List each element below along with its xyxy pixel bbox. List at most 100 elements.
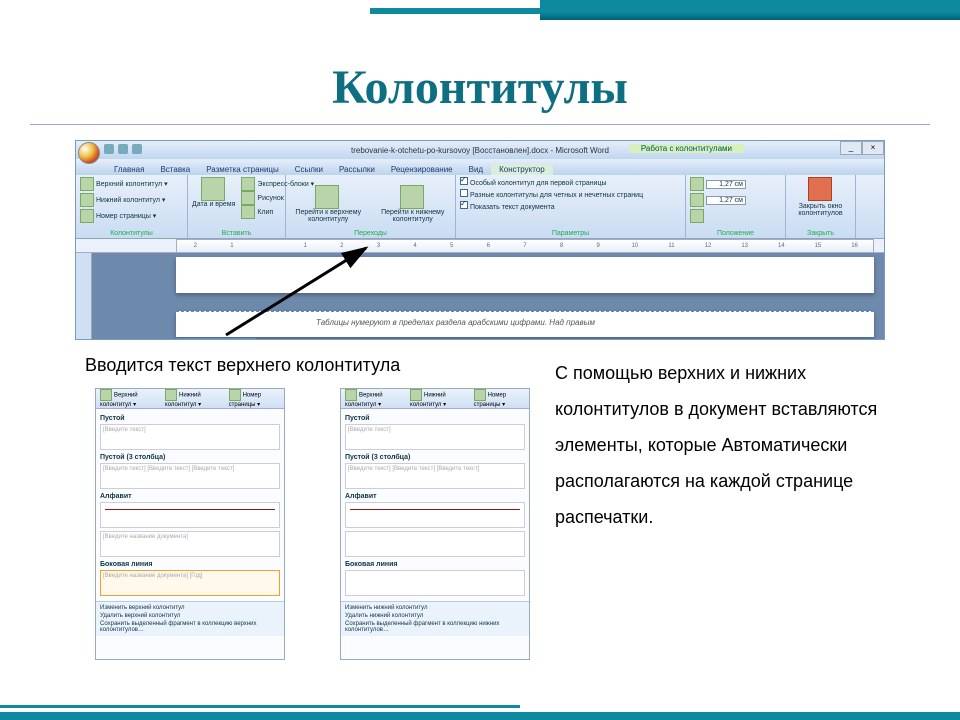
gallery-item[interactable] — [345, 531, 525, 557]
gallery-section-title: Боковая линия — [345, 561, 525, 568]
ribbon-tab[interactable]: Разметка страницы — [198, 164, 287, 175]
ribbon-tab[interactable]: Главная — [106, 164, 152, 175]
gallery-footer-item[interactable]: Удалить нижний колонтитул — [345, 612, 525, 620]
footer-gallery-screenshot: Верхний колонтитул ▾ Нижний колонтитул ▾ Н… — [340, 388, 530, 660]
group-polozhenie: 1,27 см 1,27 см Положение — [686, 175, 786, 238]
header-edit-zone[interactable]: Верхний колонтитул Таблицы нумеруют в пр… — [176, 311, 874, 337]
header-gallery-screenshot: Верхний колонтитул ▾ Нижний колонтитул ▾ Н… — [95, 388, 285, 660]
insert-icon — [241, 177, 255, 191]
titlebar-text: trebovanie-k-otchetu-po-kursovoy [Восста… — [76, 146, 884, 155]
page-icon — [80, 193, 94, 207]
checkbox-icon — [460, 201, 468, 209]
group-label: Положение — [690, 230, 781, 238]
gallery-footer-item[interactable]: Сохранить выделенный фрагмент в коллекци… — [345, 620, 525, 634]
slide-deco-bar-thin — [370, 8, 540, 14]
header-footer-button[interactable]: Нижний колонтитул ▾ — [80, 193, 183, 207]
ruler-vertical[interactable] — [76, 253, 92, 340]
group-label: Параметры — [460, 230, 681, 238]
page-icon — [165, 389, 177, 401]
gallery-top-button[interactable]: Номер страницы ▾ — [229, 389, 280, 408]
document-area[interactable]: Верхний колонтитул Таблицы нумеруют в пр… — [76, 253, 884, 340]
gallery-section-title: Пустой — [345, 415, 525, 422]
page-icon — [345, 389, 357, 401]
slide-divider — [30, 124, 930, 125]
gallery-item[interactable]: [Введите текст] — [345, 424, 525, 450]
window-buttons[interactable]: _ × — [840, 141, 884, 155]
ribbon-tab[interactable]: Вид — [461, 164, 491, 175]
group-kolontituly: Верхний колонтитул ▾ Нижний колонтитул ▾ Н… — [76, 175, 188, 238]
close-button[interactable]: × — [862, 141, 884, 155]
gallery-footer-item[interactable]: Изменить верхний колонтитул — [100, 604, 280, 612]
office-button[interactable] — [78, 142, 100, 164]
gallery-item[interactable]: [Введите текст] [Введите текст] [Введите… — [345, 463, 525, 489]
group-label: Вставить — [192, 230, 281, 238]
option-checkbox[interactable]: Особый колонтитул для первой страницы — [460, 177, 681, 187]
slide-title: Колонтитулы — [0, 60, 960, 115]
ribbon-tab[interactable]: Рецензирование — [383, 164, 461, 175]
gallery-top-button[interactable]: Верхний колонтитул ▾ — [100, 389, 159, 408]
gallery-top-button[interactable]: Номер страницы ▾ — [474, 389, 525, 408]
ruler-mark: 7 — [507, 243, 544, 249]
gallery-item[interactable]: [Введите текст] [Введите текст] [Введите… — [100, 463, 280, 489]
gallery-top-button[interactable]: Верхний колонтитул ▾ — [345, 389, 404, 408]
group-label: Закрыть — [790, 230, 851, 238]
ribbon-tab[interactable]: Вставка — [152, 164, 198, 175]
gallery-item[interactable] — [100, 502, 280, 528]
gallery-section-title: Алфавит — [345, 493, 525, 500]
ruler-mark: 1 — [287, 243, 324, 249]
tab-align-button[interactable] — [690, 209, 781, 223]
gallery-footer-item[interactable]: Изменить нижний колонтитул — [345, 604, 525, 612]
placeholder-text: [Введите текст] [Введите текст] [Введите… — [348, 466, 522, 472]
header-bottom-spinner[interactable]: 1,27 см — [690, 193, 781, 207]
ribbon-tab[interactable]: Ссылки — [287, 164, 331, 175]
gallery-section-title: Боковая линия — [100, 561, 280, 568]
group-label: Переходы — [290, 230, 451, 238]
header-footer-button[interactable]: Верхний колонтитул ▾ — [80, 177, 183, 191]
gallery-section-title: Алфавит — [100, 493, 280, 500]
placeholder-text: [Введите текст] — [348, 427, 522, 433]
date-time-button[interactable]: Дата и время — [192, 201, 235, 208]
gallery-item[interactable]: [Введите название документа] [Год] — [100, 570, 280, 596]
gallery-footer-item[interactable]: Сохранить выделенный фрагмент в коллекци… — [100, 620, 280, 634]
ribbon: Верхний колонтитул ▾ Нижний колонтитул ▾ Н… — [76, 175, 884, 239]
goto-button[interactable]: Перейти к верхнему колонтитулу — [290, 185, 367, 223]
ribbon-tab[interactable]: Конструктор — [491, 164, 553, 175]
gallery-item[interactable] — [345, 570, 525, 596]
quick-access-toolbar[interactable] — [104, 144, 142, 154]
gallery-item[interactable]: [Введите текст] — [100, 424, 280, 450]
close-header-icon[interactable] — [808, 177, 832, 201]
gallery-item[interactable] — [345, 502, 525, 528]
group-vstavit: Дата и время Экспресс-блоки ▾РисунокКлип… — [188, 175, 286, 238]
ribbon-tab[interactable]: Рассылки — [331, 164, 383, 175]
ruler-mark: 15 — [800, 243, 837, 249]
gallery-item[interactable]: [Введите название документа] — [100, 531, 280, 557]
gallery-footer-item[interactable]: Удалить верхний колонтитул — [100, 612, 280, 620]
header-tag: Верхний колонтитул — [176, 338, 256, 340]
close-header-button[interactable]: Закрыть окно колонтитулов — [790, 203, 851, 217]
group-zakryt: Закрыть окно колонтитулов Закрыть — [786, 175, 856, 238]
gallery-top-button[interactable]: Нижний колонтитул ▾ — [410, 389, 468, 408]
header-footer-button[interactable]: Номер страницы ▾ — [80, 209, 183, 223]
minimize-button[interactable]: _ — [840, 141, 862, 155]
ruler-mark: 1 — [214, 243, 251, 249]
page-icon — [80, 209, 94, 223]
insert-icon — [241, 205, 255, 219]
option-checkbox[interactable]: Разные колонтитулы для четных и нечетных… — [460, 189, 681, 199]
option-checkbox[interactable]: Показать текст документа — [460, 201, 681, 211]
slide-deco-bottom-thin — [0, 705, 520, 708]
gallery-top-button[interactable]: Нижний колонтитул ▾ — [165, 389, 223, 408]
header-top-spinner[interactable]: 1,27 см — [690, 177, 781, 191]
page-icon — [80, 177, 94, 191]
group-parametry: Особый колонтитул для первой страницы Раз… — [456, 175, 686, 238]
slide-deco-bar — [540, 0, 960, 20]
placeholder-text: [Введите название документа] [Год] — [103, 573, 277, 579]
ruler-mark: 3 — [360, 243, 397, 249]
explanatory-paragraph: С помощью верхних и нижних колонтитулов … — [555, 355, 915, 535]
goto-button[interactable]: Перейти к нижнему колонтитулу — [375, 185, 452, 223]
ruler-mark: 2 — [177, 243, 214, 249]
page-preview — [176, 257, 874, 293]
contextual-tab-title: Работа с колонтитулами — [629, 144, 744, 153]
ruler-horizontal[interactable]: 2112345678910111213141516 — [76, 239, 884, 253]
calendar-icon[interactable] — [201, 177, 225, 201]
ruler-mark: 2 — [324, 243, 361, 249]
